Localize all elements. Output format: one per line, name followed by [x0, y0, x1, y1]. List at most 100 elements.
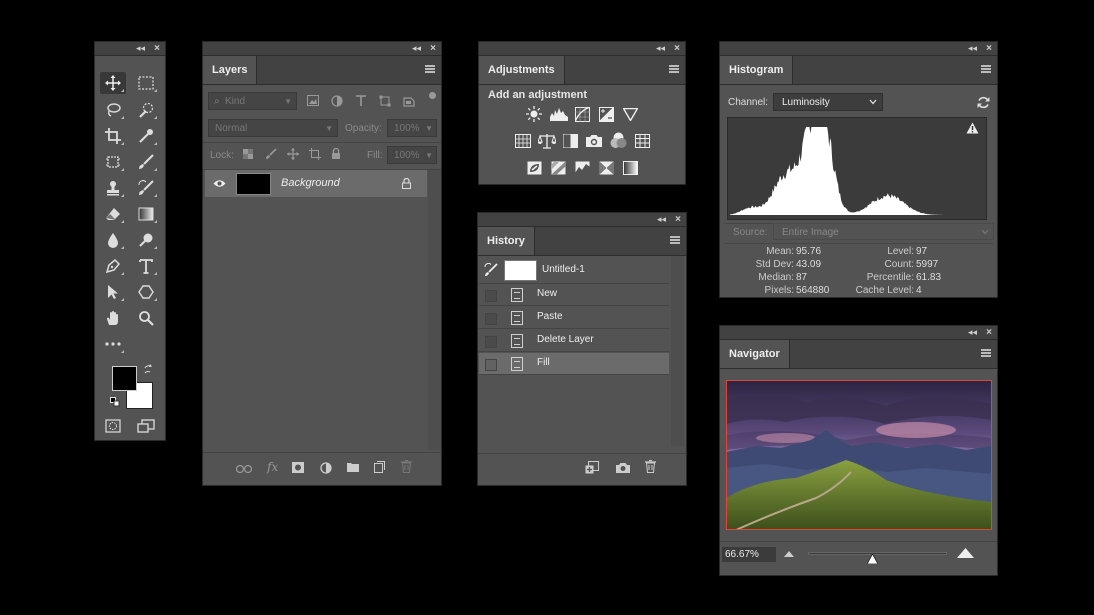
tab-adjustments[interactable]: Adjustments — [479, 56, 565, 84]
selective-color-icon[interactable] — [599, 161, 614, 175]
refresh-icon[interactable] — [977, 96, 990, 109]
opacity-input[interactable]: 100% ▼ — [387, 119, 437, 137]
panel-menu-icon[interactable] — [981, 65, 991, 73]
shape-layer-filter-icon[interactable] — [379, 95, 391, 107]
create-snapshot-camera-icon[interactable] — [616, 462, 630, 473]
tab-navigator[interactable]: Navigator — [720, 340, 790, 368]
zoom-in-mountain-icon[interactable] — [957, 548, 974, 558]
tab-history[interactable]: History — [478, 227, 535, 255]
channel-select[interactable]: Luminosity — [773, 93, 883, 111]
shape-tool[interactable] — [133, 281, 159, 303]
type-tool[interactable] — [133, 255, 159, 277]
close-icon[interactable]: × — [154, 42, 160, 55]
new-document-from-state-icon[interactable] — [585, 461, 599, 474]
source-select[interactable]: Entire Image — [773, 223, 994, 240]
tab-layers[interactable]: Layers — [203, 56, 258, 84]
swap-colors-icon[interactable] — [143, 364, 153, 374]
dodge-tool[interactable] — [133, 229, 159, 251]
adjustments-panel-header[interactable]: ◂◂ × — [479, 42, 685, 56]
photo-filter-icon[interactable] — [586, 133, 603, 148]
smart-object-filter-icon[interactable] — [403, 95, 415, 107]
color-lookup-icon[interactable] — [635, 134, 650, 148]
collapse-icon[interactable]: ◂◂ — [412, 42, 421, 55]
foreground-color-swatch[interactable] — [112, 366, 137, 391]
blur-tool[interactable] — [100, 229, 126, 251]
lock-image-pixels-icon[interactable] — [265, 148, 277, 160]
threshold-icon[interactable] — [575, 161, 590, 175]
layers-scrollbar-track[interactable] — [428, 170, 441, 450]
lock-position-icon[interactable] — [287, 148, 299, 160]
history-state-checkbox[interactable] — [485, 336, 497, 348]
panel-menu-icon[interactable] — [981, 349, 991, 357]
fill-input[interactable]: 100% ▼ — [387, 146, 437, 164]
add-mask-icon[interactable] — [292, 462, 304, 473]
history-brush-tool[interactable] — [133, 177, 159, 199]
color-balance-icon[interactable] — [538, 133, 556, 149]
tools-panel-header[interactable]: ◂◂ × — [95, 42, 165, 56]
frame-tool[interactable] — [100, 151, 126, 173]
panel-menu-icon[interactable] — [670, 236, 680, 244]
collapse-icon[interactable]: ◂◂ — [657, 213, 666, 226]
default-colors-icon[interactable] — [110, 397, 120, 407]
exposure-icon[interactable] — [599, 107, 614, 122]
gradient-tool[interactable] — [133, 203, 159, 225]
delete-layer-trash-icon[interactable] — [401, 460, 412, 473]
navigator-panel-header[interactable]: ◂◂ × — [720, 326, 997, 340]
zoom-tool[interactable] — [133, 307, 159, 329]
black-white-icon[interactable] — [563, 134, 578, 148]
history-state-checkbox[interactable] — [485, 290, 497, 302]
fx-layer-style-icon[interactable]: fx — [267, 460, 278, 474]
history-brush-source-icon[interactable] — [484, 263, 498, 277]
screen-mode-button[interactable] — [133, 415, 159, 437]
edit-toolbar-button[interactable] — [100, 333, 126, 355]
brush-tool[interactable] — [133, 151, 159, 173]
crop-tool[interactable] — [100, 125, 126, 147]
hue-saturation-icon[interactable] — [515, 134, 531, 148]
move-tool[interactable] — [100, 72, 126, 94]
clone-stamp-tool[interactable] — [100, 177, 126, 199]
layer-kind-filter[interactable]: ⌕ Kind ▼ — [208, 92, 297, 110]
close-icon[interactable]: × — [986, 42, 992, 55]
gradient-map-icon[interactable] — [623, 161, 638, 175]
eye-visibility-icon[interactable] — [213, 179, 226, 188]
vibrance-icon[interactable] — [623, 108, 638, 121]
hand-tool[interactable] — [100, 307, 126, 329]
zoom-percentage-input[interactable]: 66.67% — [722, 547, 776, 562]
close-icon[interactable]: × — [986, 326, 992, 339]
link-layers-icon[interactable] — [236, 465, 252, 473]
levels-icon[interactable] — [550, 107, 568, 121]
collapse-icon[interactable]: ◂◂ — [136, 42, 145, 55]
close-icon[interactable]: × — [674, 42, 680, 55]
invert-icon[interactable] — [527, 161, 542, 175]
eraser-tool[interactable] — [100, 203, 126, 225]
collapse-icon[interactable]: ◂◂ — [968, 326, 977, 339]
zoom-slider-thumb[interactable] — [866, 554, 878, 564]
histogram-panel-header[interactable]: ◂◂ × — [720, 42, 997, 56]
layer-row-background[interactable]: Background — [205, 170, 427, 197]
brightness-contrast-icon[interactable] — [526, 106, 542, 122]
view-proxy-rectangle[interactable] — [726, 380, 992, 530]
panel-menu-icon[interactable] — [669, 65, 679, 73]
channel-mixer-icon[interactable] — [610, 132, 627, 149]
cache-warning-icon[interactable] — [966, 122, 979, 134]
curves-icon[interactable] — [575, 107, 590, 122]
blend-mode-select[interactable]: Normal ▼ — [208, 119, 338, 137]
eyedropper-tool[interactable] — [133, 125, 159, 147]
zoom-out-mountain-icon[interactable] — [784, 551, 794, 557]
type-layer-filter-icon[interactable] — [355, 95, 367, 107]
history-scrollbar-track[interactable] — [671, 256, 684, 446]
new-fill-adjustment-icon[interactable] — [320, 462, 332, 474]
lasso-tool[interactable] — [100, 99, 126, 121]
pixel-layer-filter-icon[interactable] — [307, 95, 319, 106]
close-icon[interactable]: × — [675, 213, 681, 226]
history-state-checkbox[interactable] — [485, 313, 497, 325]
rectangular-marquee-tool[interactable] — [133, 72, 159, 94]
pen-tool[interactable] — [100, 255, 126, 277]
new-layer-icon[interactable] — [374, 461, 385, 473]
lock-transparent-pixels-icon[interactable] — [243, 149, 253, 159]
layer-name[interactable]: Background — [281, 177, 340, 189]
quick-mask-button[interactable] — [100, 415, 126, 437]
history-snapshot-row[interactable]: Untitled-1 — [479, 256, 669, 284]
delete-state-trash-icon[interactable] — [645, 460, 656, 473]
posterize-icon[interactable] — [551, 161, 566, 175]
